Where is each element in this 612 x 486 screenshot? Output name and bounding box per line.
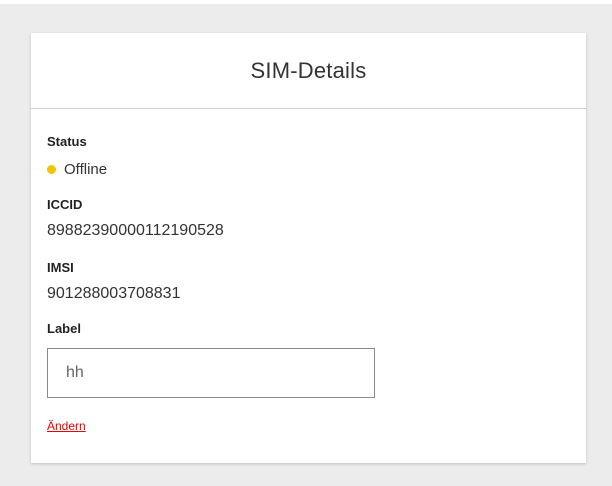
- card-title: SIM-Details: [250, 57, 367, 83]
- sim-details-card: SIM-Details Status Offline ICCID 8988239…: [31, 33, 586, 463]
- iccid-label: ICCID: [47, 197, 83, 212]
- iccid-value: 89882390000112190528: [47, 222, 224, 239]
- status-dot-icon: [47, 165, 56, 174]
- status-row: Offline: [47, 161, 107, 178]
- imsi-label: IMSI: [47, 260, 74, 275]
- imsi-value: 901288003708831: [47, 285, 181, 302]
- label-field-label: Label: [47, 321, 81, 336]
- status-label: Status: [47, 134, 87, 149]
- status-value: Offline: [64, 161, 108, 178]
- card-header: SIM-Details: [31, 33, 586, 109]
- label-input[interactable]: [47, 348, 375, 398]
- change-link[interactable]: Ändern: [47, 419, 86, 433]
